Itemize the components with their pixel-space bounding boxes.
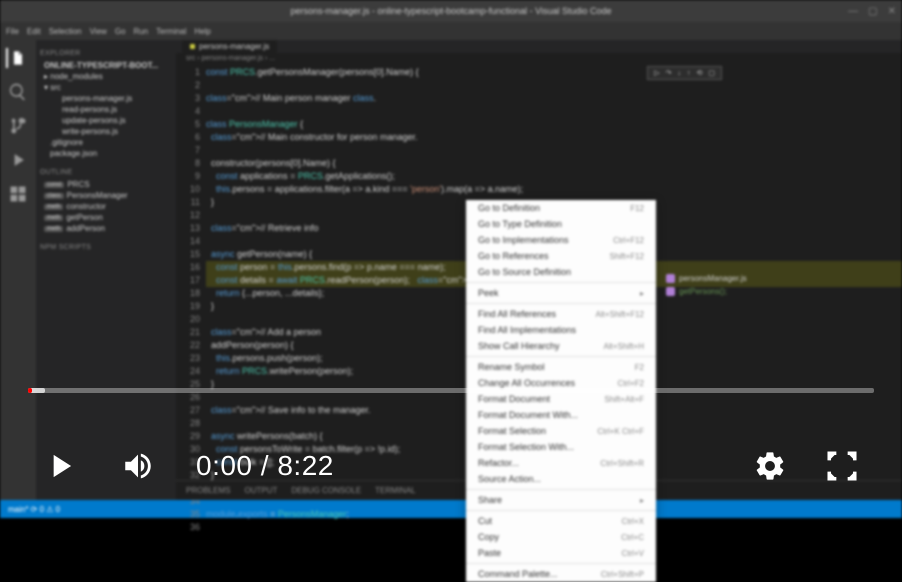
- vscode-titlebar: persons-manager.js - online-typescript-b…: [0, 0, 902, 22]
- context-menu-item: Find All ReferencesAlt+Shift+F12: [466, 306, 656, 322]
- menu-run: Run: [133, 27, 148, 36]
- context-menu-item: Show Call HierarchyAlt+Shift+H: [466, 338, 656, 354]
- code-line: const PRCS.getPersonsManager(persons[0].…: [206, 66, 902, 79]
- context-menu-item: Go to DefinitionF12: [466, 200, 656, 216]
- panel-tab: PROBLEMS: [186, 486, 230, 495]
- minimize-icon: —: [848, 6, 858, 17]
- menu-help: Help: [194, 27, 210, 36]
- context-menu-item: Refactor...Ctrl+Shift+R: [466, 455, 656, 471]
- context-menu-item: Command Palette...Ctrl+Shift+P: [466, 566, 656, 582]
- suggestion-icon: [666, 287, 675, 296]
- context-menu-item: Format Document With...: [466, 407, 656, 423]
- breadcrumb: src › persons-manager.js › ...: [176, 53, 902, 64]
- context-menu-item: Format Selection With...: [466, 439, 656, 455]
- files-icon: [6, 48, 26, 68]
- suggestion-icon: [666, 274, 675, 283]
- context-menu-item: Find All Implementations: [466, 322, 656, 338]
- context-menu-item: Go to ReferencesShift+F12: [466, 248, 656, 264]
- code-line: constructor(persons[0].Name) {: [206, 157, 902, 170]
- code-line: this.persons = applications.filter(a => …: [206, 183, 902, 196]
- sidebar-item: ▸ node_modules: [40, 71, 172, 82]
- context-menu-item: Rename SymbolF2: [466, 359, 656, 375]
- menu-go: Go: [115, 27, 126, 36]
- code-line: [206, 79, 902, 92]
- suggestion-1: personsManager.js: [679, 274, 747, 283]
- sidebar-root: ONLINE-TYPESCRIPT-BOOT...: [40, 60, 172, 71]
- explorer-sidebar: EXPLORER ONLINE-TYPESCRIPT-BOOT... ▸ nod…: [36, 40, 176, 500]
- code-line: [206, 144, 902, 157]
- menu-edit: Edit: [27, 27, 41, 36]
- context-menu-item: Go to Source Definition: [466, 264, 656, 280]
- menu-selection: Selection: [49, 27, 82, 36]
- window-title: persons-manager.js - online-typescript-b…: [291, 6, 612, 16]
- panel-tab: TERMINAL: [375, 486, 415, 495]
- context-menu-item: Go to ImplementationsCtrl+F12: [466, 232, 656, 248]
- editor-tabs: persons-manager.js: [176, 40, 902, 53]
- context-menu-item: PasteCtrl+V: [466, 545, 656, 561]
- tab-persons-manager: persons-manager.js: [182, 40, 277, 53]
- npm-scripts-header: NPM SCRIPTS: [40, 244, 172, 251]
- search-icon: [8, 82, 28, 102]
- code-line: [206, 105, 902, 118]
- extensions-icon: [8, 184, 28, 204]
- context-menu-item: Format DocumentShift+Alt+F: [466, 391, 656, 407]
- code-line: class PersonsManager {: [206, 118, 902, 131]
- menu-view: View: [90, 27, 107, 36]
- sidebar-item: persons-manager.js: [40, 93, 172, 104]
- video-content: persons-manager.js - online-typescript-b…: [0, 0, 902, 518]
- sidebar-item: package.json: [40, 148, 172, 159]
- context-menu-item: CopyCtrl+C: [466, 529, 656, 545]
- code-line: class="cm">// Main constructor for perso…: [206, 131, 902, 144]
- sidebar-item: ▾ src: [40, 82, 172, 93]
- js-file-icon: [190, 44, 195, 49]
- context-menu-item: CutCtrl+X: [466, 513, 656, 529]
- outline-item: methaddPerson: [40, 223, 172, 234]
- outline-item: methgetPerson: [40, 212, 172, 223]
- menu-terminal: Terminal: [156, 27, 186, 36]
- outline-item: methconstructor: [40, 201, 172, 212]
- outline-header: OUTLINE: [40, 169, 172, 176]
- window-buttons: — ▢ ✕: [848, 6, 896, 17]
- maximize-icon: ▢: [868, 6, 877, 17]
- menu-file: File: [6, 27, 19, 36]
- source-control-icon: [8, 116, 28, 136]
- sidebar-item: read-persons.js: [40, 104, 172, 115]
- outline-item: classPersonsManager: [40, 190, 172, 201]
- tab-label: persons-manager.js: [199, 42, 269, 51]
- panel-tab: DEBUG CONSOLE: [291, 486, 361, 495]
- debug-icon: [8, 150, 28, 170]
- panel-tab: OUTPUT: [244, 486, 277, 495]
- context-menu-item: Share▸: [466, 492, 656, 508]
- sidebar-item: write-persons.js: [40, 126, 172, 137]
- explorer-header: EXPLORER: [40, 50, 172, 57]
- close-icon: ✕: [888, 6, 896, 17]
- sidebar-item: update-persons.js: [40, 115, 172, 126]
- status-left: main* ⟳ 0 ⚠ 0: [8, 505, 60, 514]
- context-menu-item: Peek▸: [466, 285, 656, 301]
- context-menu-item: Source Action...: [466, 471, 656, 487]
- suggestion-2: getPersons();: [679, 287, 727, 296]
- code-line: class="cm">// Main person manager class.: [206, 92, 902, 105]
- activity-bar: [0, 40, 36, 500]
- context-menu-item: Format SelectionCtrl+K Ctrl+F: [466, 423, 656, 439]
- context-menu-item: Go to Type Definition: [466, 216, 656, 232]
- code-line: const applications = PRCS.getApplication…: [206, 170, 902, 183]
- vscode-menubar: File Edit Selection View Go Run Terminal Help: [0, 22, 902, 40]
- sidebar-item: .gitignore: [40, 137, 172, 148]
- editor-group: persons-manager.js src › persons-manager…: [176, 40, 902, 500]
- context-menu-item: Change All OccurrencesCtrl+F2: [466, 375, 656, 391]
- outline-item: constPRCS: [40, 179, 172, 190]
- suggestion-popup: personsManager.js getPersons();: [666, 272, 747, 298]
- context-menu: Go to DefinitionF12Go to Type Definition…: [466, 200, 656, 582]
